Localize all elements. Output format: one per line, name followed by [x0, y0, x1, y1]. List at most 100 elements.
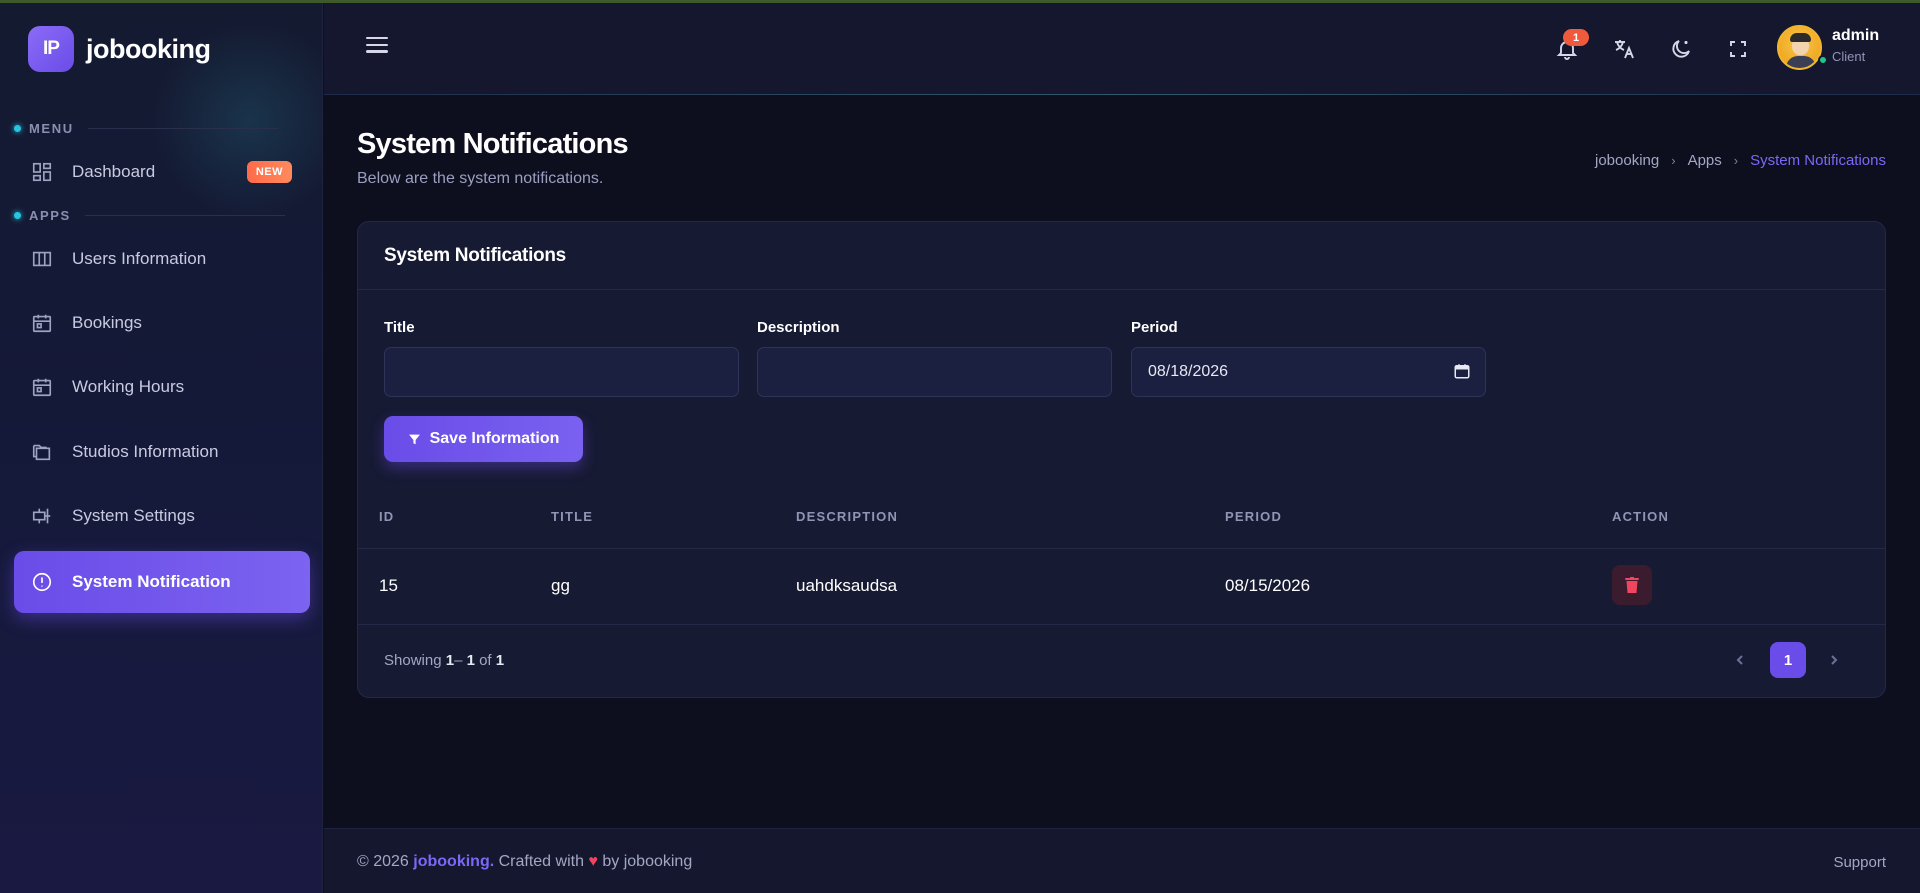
sidebar-item-system-settings[interactable]: System Settings	[14, 485, 310, 547]
page-subtitle: Below are the system notifications.	[357, 170, 604, 187]
avatar-body	[1786, 56, 1816, 68]
breadcrumb: jobooking › Apps › System Notifications	[1595, 152, 1886, 169]
next-page-chevron-icon[interactable]	[1824, 650, 1844, 670]
sidebar-item-system-notification[interactable]: System Notification	[14, 551, 310, 613]
section-divider	[87, 128, 278, 129]
section-dot	[14, 125, 21, 132]
sidebar-item-studios-information[interactable]: Studios Information	[14, 421, 310, 483]
title-field-label: Title	[384, 319, 415, 336]
period-date-value: 08/18/2026	[1148, 363, 1229, 380]
cell-id: 15	[379, 576, 398, 595]
sidebar-item-label: Working Hours	[72, 377, 185, 396]
filter-icon	[408, 434, 420, 444]
settings-icon	[30, 504, 54, 528]
header-divider	[324, 94, 1920, 95]
dashboard-grid-icon	[30, 160, 54, 184]
column-header-period: PERIOD	[1225, 509, 1283, 524]
card-title: System Notifications	[384, 245, 566, 266]
sidebar-item-label: System Settings	[72, 506, 195, 525]
previous-page-chevron-icon[interactable]	[1730, 650, 1750, 670]
total-count: 1	[495, 652, 505, 669]
period-date-input[interactable]: 08/18/2026	[1131, 347, 1486, 397]
section-label-text: MENU	[29, 121, 74, 136]
sidebar-item-label: Studios Information	[72, 442, 219, 461]
brand[interactable]: IP jobooking	[28, 26, 211, 72]
description-field-label: Description	[757, 319, 840, 336]
user-role: Client	[1832, 49, 1866, 64]
cell-title: gg	[551, 576, 570, 595]
trash-icon	[1625, 577, 1639, 593]
page-title: System Notifications	[357, 128, 629, 160]
breadcrumb-chevron-icon: ›	[1733, 153, 1739, 168]
showing-prefix: Showing	[384, 652, 446, 669]
footer: © 2026 jobooking. Crafted with ♥ by jobo…	[324, 828, 1920, 893]
description-input[interactable]	[757, 347, 1112, 397]
title-input[interactable]	[384, 347, 739, 397]
sidebar-item-working-hours[interactable]: Working Hours	[14, 356, 310, 418]
folders-icon	[30, 440, 54, 464]
copyright-text: © 2026	[357, 853, 414, 870]
calendar-icon	[30, 311, 54, 335]
notification-bell-icon[interactable]: 1	[1553, 29, 1589, 63]
breadcrumb-item-current: System Notifications	[1750, 152, 1886, 169]
calendar-icon	[30, 375, 54, 399]
breadcrumb-chevron-icon: ›	[1671, 153, 1676, 168]
range-start: 1	[445, 652, 455, 669]
period-field-label: Period	[1131, 319, 1178, 336]
crafted-text: Crafted with	[494, 853, 589, 870]
delete-button[interactable]	[1612, 565, 1652, 605]
card-divider	[358, 289, 1885, 290]
fullscreen-icon[interactable]	[1724, 35, 1752, 63]
section-divider	[84, 215, 285, 216]
heart-icon: ♥	[588, 853, 598, 870]
pagination-current-page[interactable]: 1	[1770, 642, 1806, 678]
range-end: 1	[466, 652, 475, 669]
sidebar-item-label: System Notification	[72, 572, 231, 591]
translate-icon[interactable]	[1610, 35, 1638, 63]
footer-brand-link[interactable]: jobooking.	[413, 853, 494, 870]
table-row-divider	[358, 624, 1885, 625]
menu-toggle-icon[interactable]	[366, 37, 388, 55]
column-header-action: ACTION	[1612, 509, 1670, 524]
avatar-hair	[1790, 33, 1811, 42]
cell-period: 08/15/2026	[1225, 576, 1311, 595]
showing-count: Showing 1– 1 of 1	[384, 652, 504, 669]
sidebar-item-label: Bookings	[72, 313, 142, 332]
notifications-card: System Notifications Title Description P…	[357, 221, 1886, 698]
notification-count-badge: 1	[1563, 29, 1589, 46]
new-badge: NEW	[246, 161, 292, 183]
save-information-button[interactable]: Save Information	[384, 416, 583, 462]
online-status-dot	[1818, 55, 1828, 65]
table-header-divider	[358, 548, 1885, 549]
section-label-text: APPS	[29, 208, 71, 223]
user-avatar[interactable]	[1777, 25, 1822, 70]
top-header: 1 admin Client	[324, 3, 1920, 95]
breadcrumb-item-apps[interactable]: Apps	[1688, 152, 1722, 169]
sidebar-item-dashboard[interactable]: Dashboard NEW	[14, 141, 310, 203]
user-name[interactable]: admin	[1832, 27, 1879, 45]
sidebar-item-bookings[interactable]: Bookings	[14, 292, 310, 354]
table-columns-icon	[30, 247, 54, 271]
sidebar-item-label: Users Information	[72, 249, 207, 268]
column-header-title: TITLE	[551, 509, 594, 524]
dark-mode-moon-icon[interactable]	[1667, 35, 1695, 63]
sidebar-item-users-information[interactable]: Users Information	[14, 228, 310, 290]
section-label-apps: APPS	[14, 208, 285, 223]
cell-description: uahdksaudsa	[796, 576, 898, 595]
brand-name: jobooking	[86, 33, 211, 64]
sidebar: IP jobooking MENU Dashboard NEW APPS Use…	[0, 0, 323, 893]
column-header-description: DESCRIPTION	[796, 509, 899, 524]
save-button-label: Save Information	[429, 430, 560, 447]
calendar-picker-icon[interactable]	[1453, 362, 1471, 380]
of-text: of	[474, 652, 496, 669]
window-top-strip	[0, 0, 1920, 3]
breadcrumb-item-home[interactable]: jobooking	[1595, 152, 1659, 169]
footer-copyright: © 2026 jobooking. Crafted with ♥ by jobo…	[357, 853, 692, 871]
section-dot	[14, 212, 21, 219]
brand-logo: IP	[28, 26, 74, 72]
range-sep: –	[454, 652, 467, 669]
column-header-id: ID	[379, 509, 395, 524]
support-link[interactable]: Support	[1833, 854, 1886, 871]
sidebar-item-label: Dashboard	[72, 162, 156, 181]
section-label-menu: MENU	[14, 121, 278, 136]
